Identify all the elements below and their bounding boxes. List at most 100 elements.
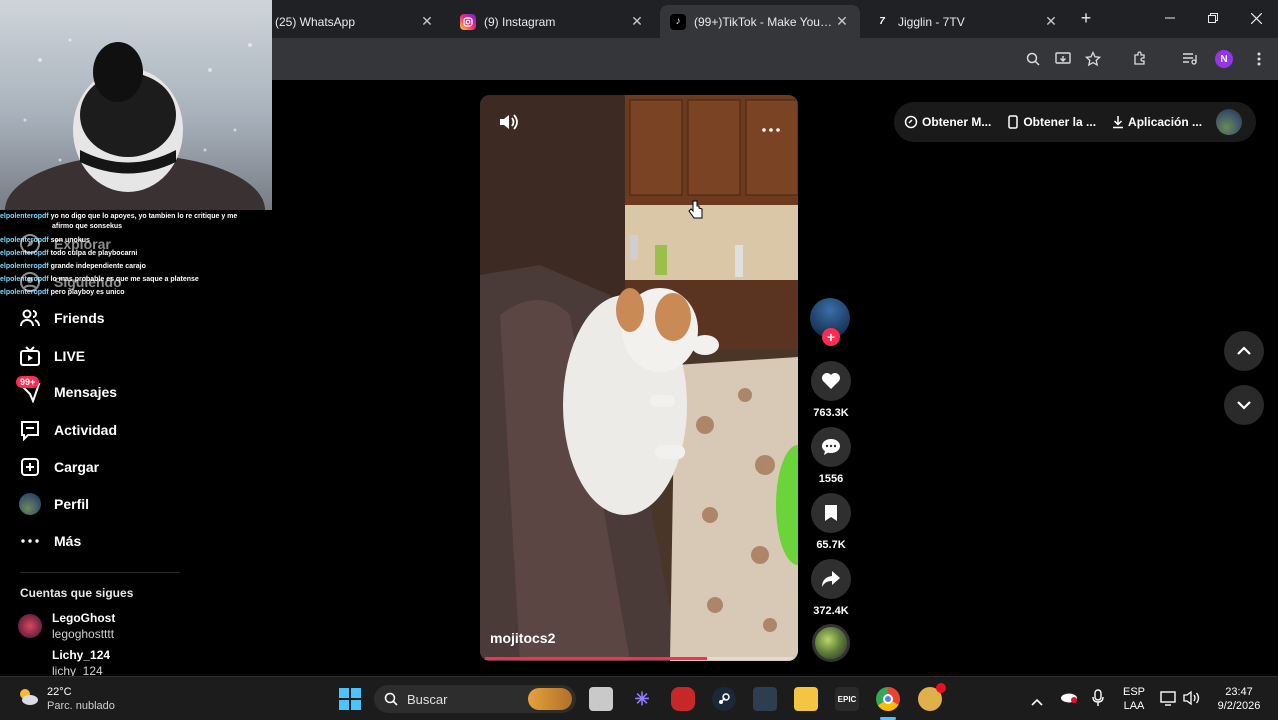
- close-icon[interactable]: ✕: [629, 13, 645, 30]
- tab-title: (9) Instagram: [484, 14, 556, 29]
- video-player[interactable]: mojitocs2: [480, 95, 798, 661]
- sidebar-item-friends[interactable]: Friends: [18, 304, 105, 332]
- activity-icon: [18, 418, 42, 442]
- following-account[interactable]: Lichy_124 lichy_124: [18, 647, 110, 679]
- video-progress-track[interactable]: [485, 657, 793, 660]
- steam-icon[interactable]: [712, 687, 736, 711]
- chrome-icon[interactable]: [876, 687, 900, 711]
- app-grid-icon[interactable]: [753, 687, 777, 711]
- share-count: 372.4K: [813, 605, 849, 617]
- following-section-title: Cuentas que sigues: [20, 586, 134, 600]
- following-account[interactable]: LegoGhost legoghostttt: [18, 610, 115, 642]
- get-app-button[interactable]: Obtener la ...: [1007, 115, 1096, 129]
- share-action[interactable]: 372.4K: [810, 559, 852, 617]
- sidebar-item-actividad[interactable]: Actividad: [18, 416, 117, 444]
- file-explorer-icon[interactable]: [794, 687, 818, 711]
- profile-avatar-button[interactable]: N: [1215, 50, 1233, 68]
- media-control-icon[interactable]: [1181, 50, 1199, 68]
- microphone-icon[interactable]: [1092, 689, 1104, 712]
- search-highlight-image: [528, 688, 572, 710]
- comment-icon[interactable]: [811, 427, 851, 467]
- sidebar-item-perfil[interactable]: Perfil: [18, 490, 89, 518]
- friends-icon: [18, 306, 42, 330]
- close-icon[interactable]: ✕: [834, 13, 850, 30]
- zoom-icon[interactable]: [1024, 50, 1042, 68]
- following-name: LegoGhost: [52, 611, 116, 625]
- chevron-up-icon: [1237, 346, 1251, 355]
- follow-plus-icon[interactable]: +: [822, 328, 840, 346]
- save-action[interactable]: 65.7K: [810, 493, 852, 551]
- bookmark-icon[interactable]: [811, 493, 851, 533]
- heart-icon[interactable]: [811, 361, 851, 401]
- app-snowflake-icon[interactable]: ✳: [630, 687, 654, 711]
- sidebar-item-mensajes[interactable]: 99+ Mensajes: [16, 376, 118, 406]
- taskbar-search-box[interactable]: Buscar: [374, 685, 576, 713]
- tab-7tv[interactable]: 7 Jigglin - 7TV ✕: [864, 5, 1069, 38]
- sidebar-item-siguiendo[interactable]: Siguiendo: [18, 268, 122, 296]
- search-icon: [384, 692, 398, 706]
- minimize-icon[interactable]: [1160, 8, 1180, 28]
- clock-date: 9/2/2026: [1217, 700, 1261, 712]
- webcam-overlay: [0, 0, 272, 210]
- new-tab-button[interactable]: +: [1076, 8, 1096, 28]
- bookmark-star-icon[interactable]: [1084, 50, 1102, 68]
- close-icon[interactable]: ✕: [419, 13, 435, 30]
- sidebar-item-label: Mensajes: [54, 384, 118, 400]
- chevron-up-icon[interactable]: [1031, 693, 1043, 711]
- streamer-figure: [5, 38, 265, 210]
- desktop-app-button[interactable]: Aplicación ...: [1112, 115, 1202, 129]
- chat-message: elpolenteropdf yo no digo que lo apoyes,…: [0, 213, 238, 220]
- close-window-icon[interactable]: [1246, 8, 1266, 28]
- weather-desc: Parc. nublado: [47, 700, 115, 712]
- user-avatar[interactable]: [1216, 109, 1242, 135]
- like-action[interactable]: 763.3K: [810, 361, 852, 419]
- get-coins-button[interactable]: Obtener M...: [904, 115, 991, 129]
- tab-tiktok[interactable]: ♪ (99+)TikTok - Make Your Day ✕: [660, 5, 860, 38]
- sidebar-item-explorar[interactable]: Explorar: [18, 230, 111, 258]
- next-video-button[interactable]: [1224, 385, 1264, 425]
- task-view-icon[interactable]: [589, 687, 613, 711]
- tab-title: (99+)TikTok - Make Your Day: [694, 14, 834, 29]
- epic-games-icon[interactable]: EPIC: [835, 687, 859, 711]
- sidebar-item-mas[interactable]: Más: [18, 527, 81, 555]
- video-author[interactable]: mojitocs2: [490, 630, 555, 646]
- tab-instagram[interactable]: (9) Instagram ✕: [450, 5, 655, 38]
- chrome-menu-icon[interactable]: [1250, 50, 1268, 68]
- onedrive-icon[interactable]: [1060, 690, 1078, 709]
- extensions-icon[interactable]: [1131, 50, 1149, 68]
- clock[interactable]: 23:47 9/2/2026: [1206, 685, 1272, 713]
- following-name: Lichy_124: [52, 648, 111, 662]
- weather-widget[interactable]: 22°C Parc. nublado: [47, 685, 115, 713]
- upload-icon: [18, 455, 42, 479]
- pill-label: Obtener la ...: [1023, 115, 1097, 129]
- windows-start-icon[interactable]: [338, 687, 362, 711]
- language-indicator[interactable]: ESP LAA: [1118, 685, 1150, 713]
- more-options-icon[interactable]: [762, 119, 780, 137]
- previous-video-button[interactable]: [1224, 331, 1264, 371]
- restore-icon[interactable]: [1203, 8, 1223, 28]
- sidebar-item-label: Más: [54, 533, 82, 549]
- avatar: [18, 647, 42, 671]
- volume-icon[interactable]: [498, 113, 518, 136]
- close-icon[interactable]: ✕: [1043, 13, 1059, 30]
- profile-avatar: [18, 492, 42, 516]
- phone-icon: [1008, 115, 1019, 129]
- pill-label: Obtener M...: [922, 115, 992, 129]
- sidebar-item-label: Perfil: [54, 496, 90, 512]
- clock-time: 23:47: [1225, 686, 1253, 698]
- share-icon[interactable]: [811, 559, 851, 599]
- install-app-icon[interactable]: [1054, 50, 1072, 68]
- compass-icon: [18, 232, 42, 256]
- comment-action[interactable]: 1556: [810, 427, 852, 485]
- among-us-icon[interactable]: [671, 687, 695, 711]
- tab-whatsapp[interactable]: (25) WhatsApp ✕: [265, 5, 445, 38]
- windows-taskbar: 22°C Parc. nublado Buscar ✳ EPIC ESP LAA: [0, 676, 1278, 720]
- network-icon[interactable]: [1160, 690, 1178, 711]
- sidebar-item-cargar[interactable]: Cargar: [18, 453, 99, 481]
- music-disc-icon[interactable]: [812, 624, 850, 662]
- sidebar-item-live[interactable]: LIVE: [18, 342, 85, 370]
- tab-title: (25) WhatsApp: [275, 14, 356, 29]
- app-game-icon[interactable]: [918, 683, 946, 711]
- volume-tray-icon[interactable]: [1183, 690, 1201, 711]
- creator-avatar[interactable]: +: [810, 298, 852, 346]
